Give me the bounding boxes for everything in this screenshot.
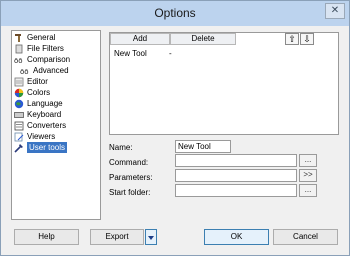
start-folder-label: Start folder: <box>109 188 151 197</box>
tree-item-colors[interactable]: Colors <box>14 87 50 98</box>
help-button[interactable]: Help <box>14 229 79 245</box>
move-down-button[interactable]: ⇩ <box>300 33 314 45</box>
tool-name: New Tool <box>114 49 147 58</box>
tree-item-editor[interactable]: Editor <box>14 76 48 87</box>
browse-folder-button[interactable]: ... <box>299 184 317 197</box>
command-label: Command: <box>109 158 149 167</box>
name-field[interactable]: New Tool <box>175 140 231 153</box>
tree-item-advanced[interactable]: ōō Advanced <box>20 65 69 76</box>
title-bar: Options ✕ <box>1 1 349 26</box>
user-tools-icon <box>14 143 23 153</box>
parameters-field[interactable] <box>175 169 297 182</box>
start-folder-field[interactable] <box>175 184 297 197</box>
comparison-icon: ōō <box>14 57 23 65</box>
tree-item-language[interactable]: Language <box>14 98 63 109</box>
options-tree[interactable]: General File Filters ōō Comparison ōō Ad… <box>11 30 101 220</box>
tree-item-converters[interactable]: Converters <box>14 120 66 131</box>
tree-item-user-tools[interactable]: User tools <box>14 142 68 153</box>
svg-text:ōō: ōō <box>20 68 29 76</box>
file-filter-icon <box>15 44 23 53</box>
command-field[interactable] <box>175 154 297 167</box>
language-icon <box>14 99 24 108</box>
window-title: Options <box>154 6 196 20</box>
name-label: Name: <box>109 143 133 152</box>
keyboard-icon <box>14 111 24 118</box>
hammer-icon <box>15 33 21 42</box>
parameters-label: Parameters: <box>109 173 153 182</box>
tree-item-file-filters[interactable]: File Filters <box>14 43 64 54</box>
list-item[interactable]: New Tool - <box>114 49 172 58</box>
add-button[interactable]: Add <box>110 33 170 45</box>
delete-button[interactable]: Delete <box>170 33 236 45</box>
tree-item-keyboard[interactable]: Keyboard <box>14 109 61 120</box>
browse-command-button[interactable]: ... <box>299 154 317 167</box>
close-button[interactable]: ✕ <box>325 3 345 19</box>
viewers-icon <box>14 132 24 141</box>
ok-button[interactable]: OK <box>204 229 269 245</box>
export-dropdown-arrow[interactable] <box>145 229 157 245</box>
colors-icon <box>14 88 24 97</box>
advanced-comparison-icon: ōō <box>20 68 29 76</box>
insert-parameter-button[interactable]: >> <box>299 169 317 182</box>
tool-value: - <box>169 49 172 58</box>
export-button[interactable]: Export <box>90 229 144 245</box>
converters-icon <box>14 121 24 130</box>
svg-text:ōō: ōō <box>14 57 23 65</box>
cancel-button[interactable]: Cancel <box>273 229 338 245</box>
options-dialog: Options ✕ General File Filters ōō Compar… <box>0 0 350 256</box>
move-up-button[interactable]: ⇧ <box>285 33 299 45</box>
editor-icon <box>14 77 24 86</box>
tools-list[interactable] <box>109 32 339 135</box>
tree-item-comparison[interactable]: ōō Comparison <box>14 54 70 65</box>
tree-item-viewers[interactable]: Viewers <box>14 131 55 142</box>
tree-item-general[interactable]: General <box>14 32 55 43</box>
